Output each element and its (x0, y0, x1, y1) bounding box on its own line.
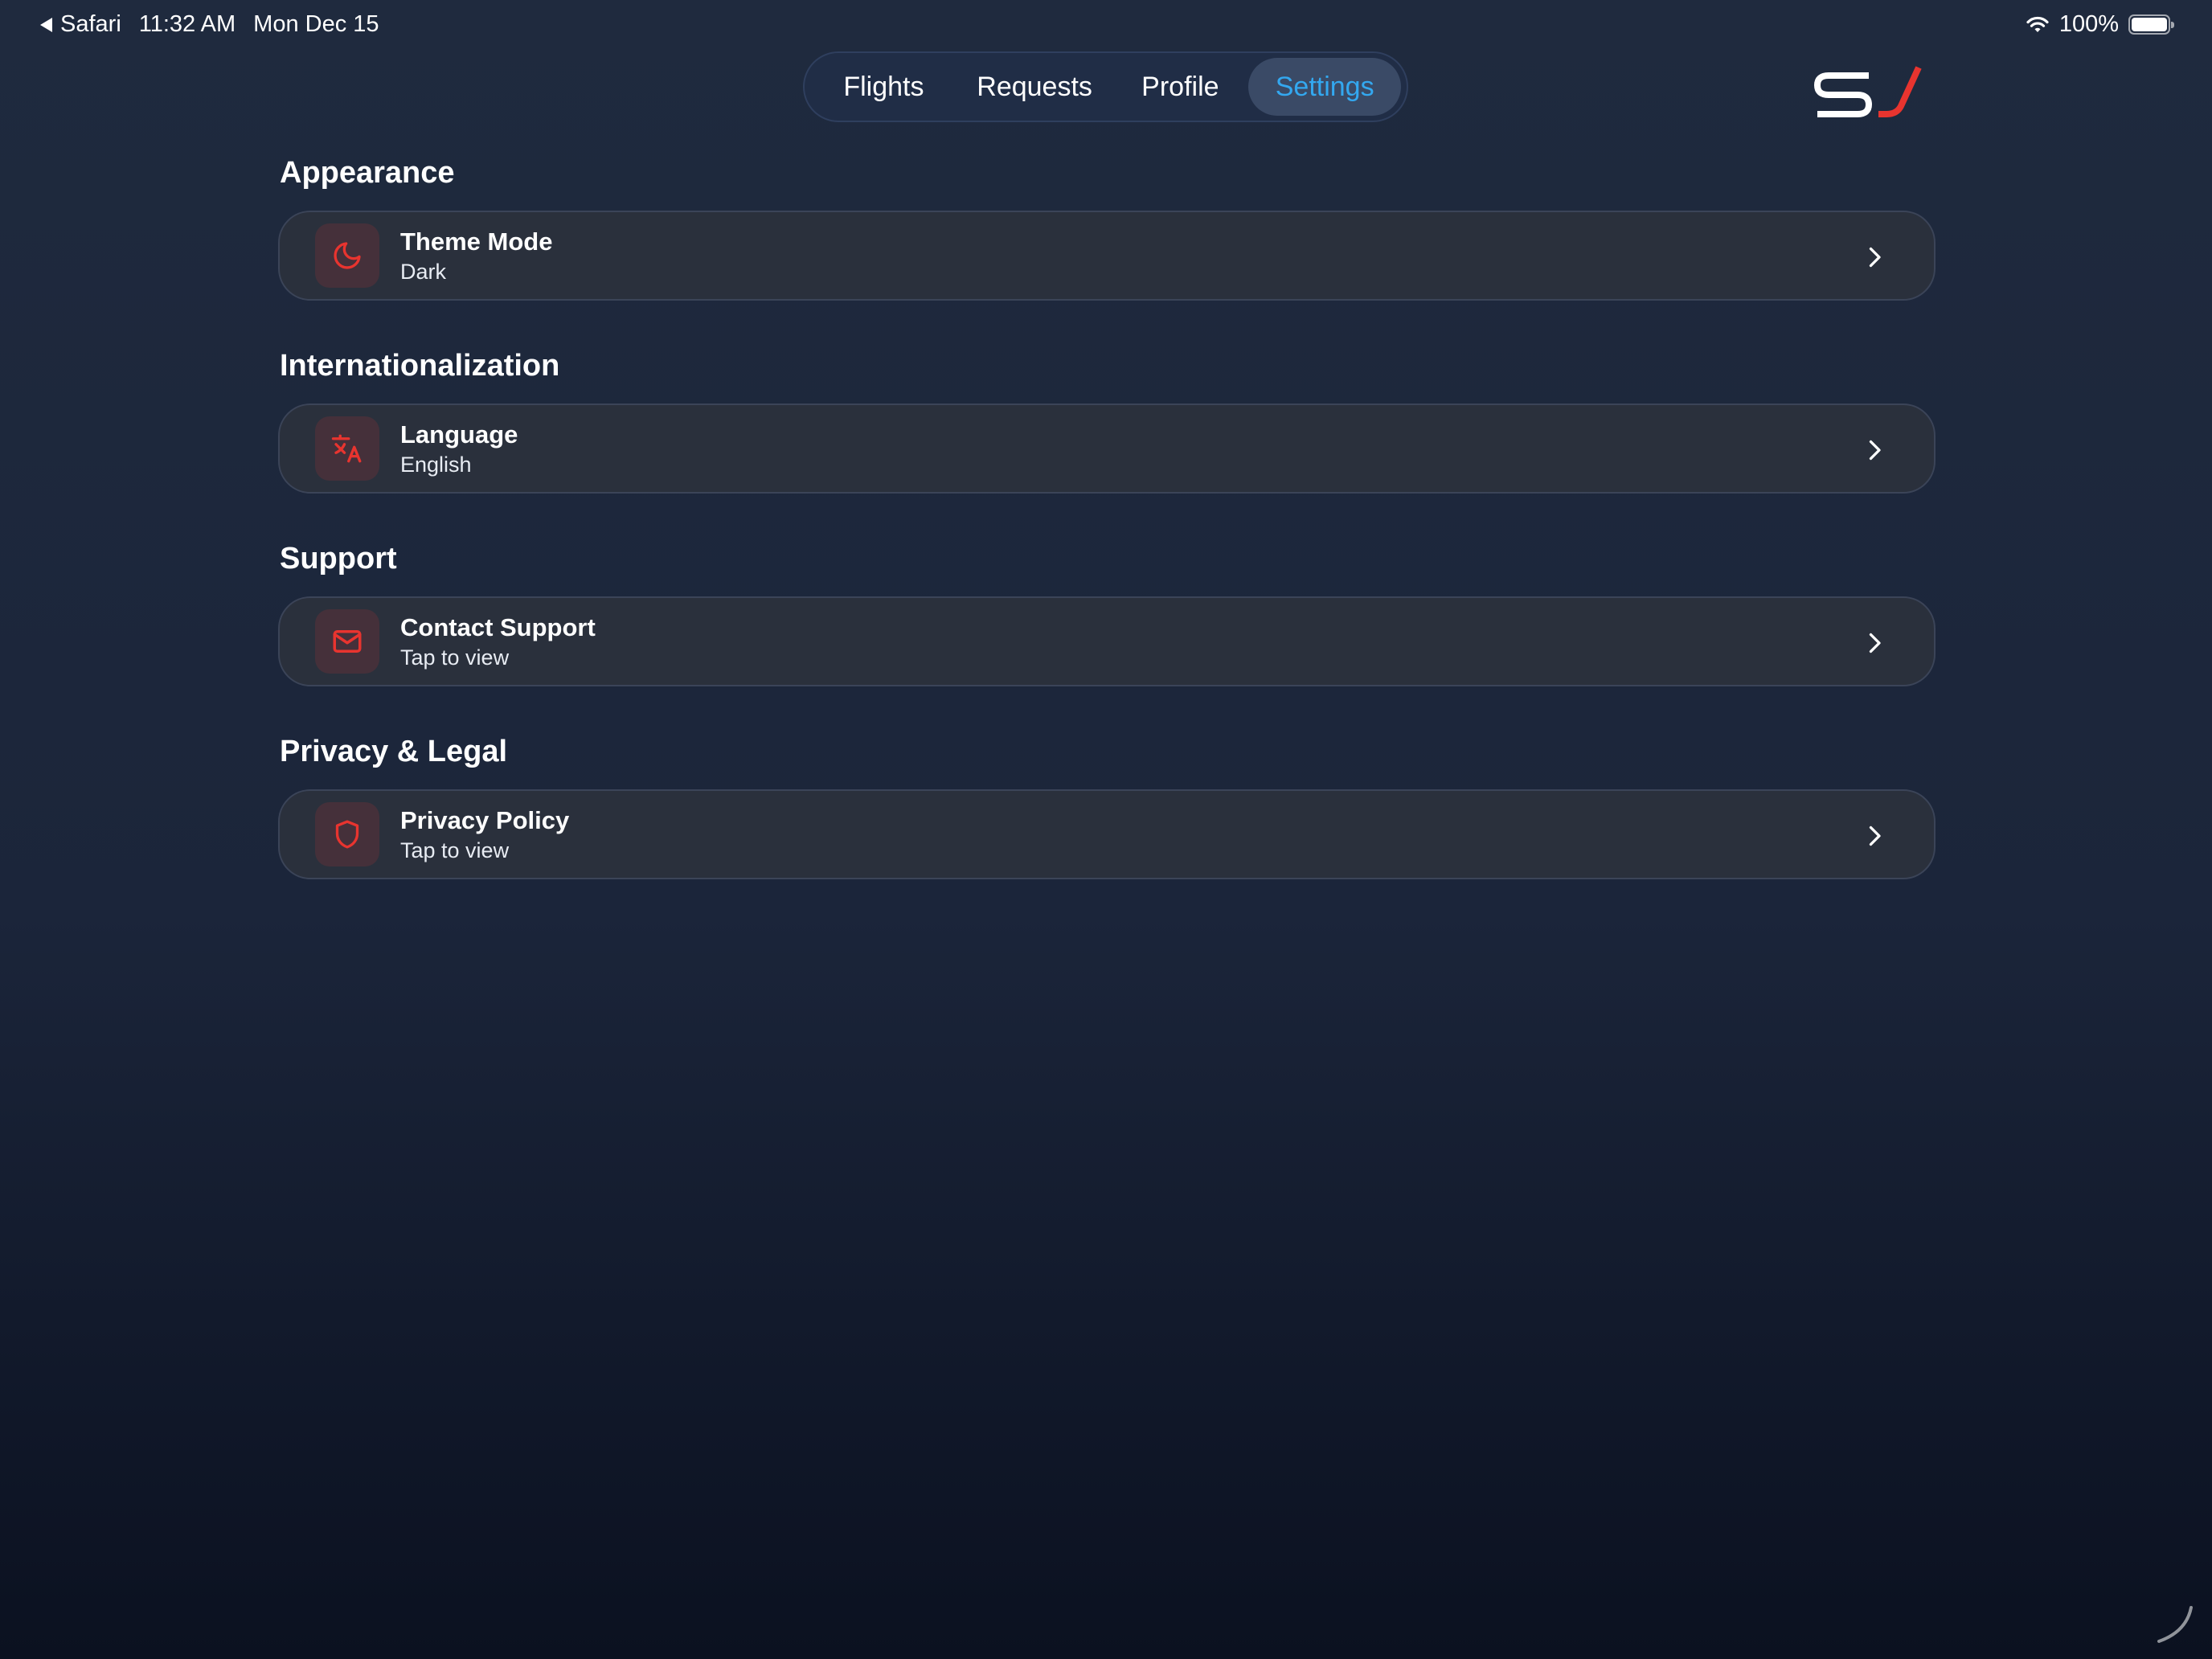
brand-logo (1814, 66, 1922, 117)
tab-flights[interactable]: Flights (810, 58, 957, 116)
chevron-right-icon (1869, 825, 1881, 846)
translate-icon (315, 416, 379, 481)
status-date: Mon Dec 15 (253, 11, 379, 37)
chevron-right-icon (1869, 440, 1881, 461)
settings-row-language[interactable]: Language English (278, 403, 1936, 494)
section-title-appearance: Appearance (280, 156, 455, 190)
row-label: Language (400, 420, 518, 449)
row-value: Dark (400, 260, 447, 284)
status-right: 100% (2026, 11, 2174, 38)
section-title-internationalization: Internationalization (280, 349, 560, 383)
back-app-label: Safari (60, 11, 121, 37)
chevron-right-icon (1869, 633, 1881, 653)
top-tab-bar: Flights Requests Profile Settings (803, 51, 1408, 122)
settings-list: Appearance Theme Mode Dark International… (278, 153, 1936, 879)
moon-icon (315, 223, 379, 288)
settings-row-theme-mode[interactable]: Theme Mode Dark (278, 211, 1936, 301)
chevron-right-icon (1869, 247, 1881, 268)
status-bar: Safari 11:32 AM Mon Dec 15 100% (0, 0, 2212, 51)
row-label: Privacy Policy (400, 806, 570, 834)
row-label: Theme Mode (400, 227, 553, 256)
back-arrow-icon (40, 17, 52, 32)
corner-indicator-icon (2157, 1606, 2193, 1643)
status-time: 11:32 AM (138, 11, 236, 37)
settings-row-privacy-policy[interactable]: Privacy Policy Tap to view (278, 789, 1936, 879)
mail-icon (315, 609, 379, 674)
row-value: Tap to view (400, 645, 510, 670)
back-to-app-link[interactable]: Safari (40, 11, 121, 38)
section-title-support: Support (280, 542, 397, 576)
tab-profile[interactable]: Profile (1112, 58, 1248, 116)
battery-icon (2128, 14, 2174, 35)
wifi-icon (2026, 16, 2049, 32)
shield-icon (315, 802, 379, 866)
row-value: English (400, 453, 472, 477)
tab-requests[interactable]: Requests (957, 58, 1112, 116)
tab-settings[interactable]: Settings (1248, 58, 1401, 116)
row-value: Tap to view (400, 838, 510, 862)
settings-row-contact-support[interactable]: Contact Support Tap to view (278, 596, 1936, 686)
battery-percent: 100% (2058, 11, 2119, 37)
section-title-privacy-legal: Privacy & Legal (280, 735, 508, 768)
status-left: Safari 11:32 AM Mon Dec 15 (40, 11, 379, 38)
row-label: Contact Support (400, 613, 596, 641)
